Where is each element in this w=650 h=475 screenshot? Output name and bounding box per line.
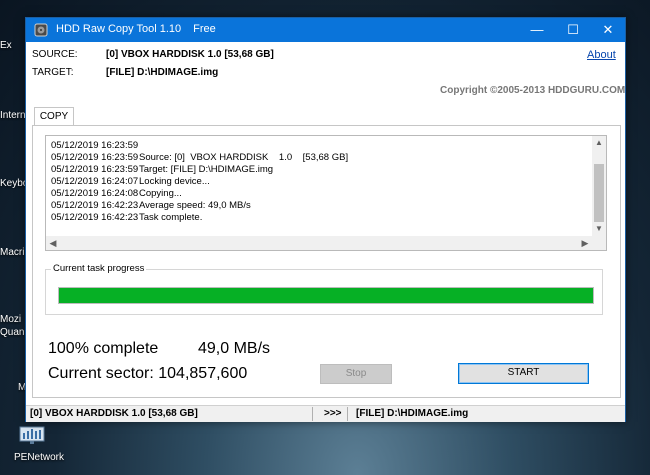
scroll-right-icon[interactable]: ▶ [578, 236, 592, 250]
maximize-button[interactable]: ☐ [556, 18, 590, 42]
desktop-label-internet[interactable]: Intern [0, 110, 25, 121]
stop-button[interactable]: Stop [320, 364, 392, 384]
target-value: [FILE] D:\HDIMAGE.img [106, 67, 219, 78]
desktop-label-explorer[interactable]: Ex [0, 40, 25, 51]
close-button[interactable]: ✕ [591, 18, 625, 42]
status-bar: [0] VBOX HARDDISK 1.0 [53,68 GB] >>> [FI… [26, 405, 625, 422]
log-list[interactable]: 05/12/2019 16:23:59 05/12/2019 16:23:59S… [45, 135, 607, 251]
log-time: 05/12/2019 16:24:07 [51, 176, 139, 187]
window-title-text: HDD Raw Copy Tool 1.10 [56, 23, 182, 35]
tab-copy[interactable]: COPY [34, 107, 74, 126]
log-vertical-scrollbar[interactable]: ▲ ▼ [592, 136, 606, 236]
source-label: SOURCE: [32, 49, 78, 60]
log-message: Source: [0] VBOX HARDDISK 1.0 [53,68 GB] [139, 152, 349, 163]
scroll-up-icon[interactable]: ▲ [592, 136, 606, 150]
status-divider [312, 407, 313, 421]
status-target: [FILE] D:\HDIMAGE.img [356, 408, 469, 419]
about-link[interactable]: About [587, 49, 616, 61]
status-divider [347, 407, 348, 421]
log-entry: 05/12/2019 16:23:59 [51, 140, 139, 151]
app-window: HDD Raw Copy Tool 1.10 Free — ☐ ✕ SOURCE:… [25, 17, 626, 422]
log-entry: 05/12/2019 16:23:59Target: [FILE] D:\HDI… [51, 164, 273, 175]
log-message: Average speed: 49,0 MB/s [139, 200, 251, 211]
log-time: 05/12/2019 16:24:08 [51, 188, 139, 199]
status-source: [0] VBOX HARDDISK 1.0 [53,68 GB] [30, 408, 198, 419]
status-arrow: >>> [324, 408, 342, 419]
log-entry: 05/12/2019 16:24:07Locking device... [51, 176, 210, 187]
copyright-text: Copyright ©2005-2013 HDDGURU.COM [440, 85, 626, 96]
log-entry: 05/12/2019 16:42:23Average speed: 49,0 M… [51, 200, 251, 211]
source-value: [0] VBOX HARDDISK 1.0 [53,68 GB] [106, 49, 274, 60]
start-button[interactable]: START [458, 363, 589, 384]
log-time: 05/12/2019 16:42:23 [51, 212, 139, 223]
log-time: 05/12/2019 16:23:59 [51, 164, 139, 175]
hdd-app-icon [34, 23, 48, 37]
log-message: Target: [FILE] D:\HDIMAGE.img [139, 164, 274, 175]
log-message: Task complete. [139, 212, 203, 223]
window-title: HDD Raw Copy Tool 1.10 Free [56, 23, 216, 35]
log-entry: 05/12/2019 16:42:23Task complete. [51, 212, 202, 223]
log-time: 05/12/2019 16:42:23 [51, 200, 139, 211]
network-icon[interactable] [18, 425, 48, 447]
percent-complete: 100% complete [48, 340, 159, 357]
progress-group: Current task progress [45, 263, 603, 315]
log-entry: 05/12/2019 16:23:59Source: [0] VBOX HARD… [51, 152, 348, 163]
log-horizontal-scrollbar[interactable]: ◀ ▶ [46, 236, 606, 250]
scroll-left-icon[interactable]: ◀ [46, 236, 60, 250]
log-time: 05/12/2019 16:23:59 [51, 140, 139, 151]
log-entry: 05/12/2019 16:24:08Copying... [51, 188, 182, 199]
desktop-icons-column: Ex Intern Keybo Macri Mozi Quan M [0, 0, 26, 475]
log-message: Locking device... [139, 176, 210, 187]
desktop-label-quantum[interactable]: Quan [0, 327, 25, 338]
progress-bar [58, 287, 594, 304]
log-message: Copying... [139, 188, 182, 199]
transfer-speed: 49,0 MB/s [198, 340, 271, 357]
desktop-label-keyboard[interactable]: Keybo [0, 178, 25, 189]
desktop-label-macrium[interactable]: Macri [0, 247, 25, 258]
scroll-down-icon[interactable]: ▼ [592, 222, 606, 236]
title-bar[interactable]: HDD Raw Copy Tool 1.10 Free — ☐ ✕ [26, 18, 625, 42]
current-sector: Current sector: 104,857,600 [48, 365, 248, 382]
network-icon-label: PENetwork [14, 452, 65, 463]
desktop-label-mozilla[interactable]: Mozi [0, 314, 25, 325]
vertical-scroll-thumb[interactable] [594, 164, 604, 222]
log-time: 05/12/2019 16:23:59 [51, 152, 139, 163]
target-label: TARGET: [32, 67, 74, 78]
edition-label: Free [193, 23, 216, 35]
progress-bar-fill [59, 288, 593, 303]
minimize-button[interactable]: — [520, 18, 554, 42]
progress-group-label: Current task progress [51, 263, 147, 274]
